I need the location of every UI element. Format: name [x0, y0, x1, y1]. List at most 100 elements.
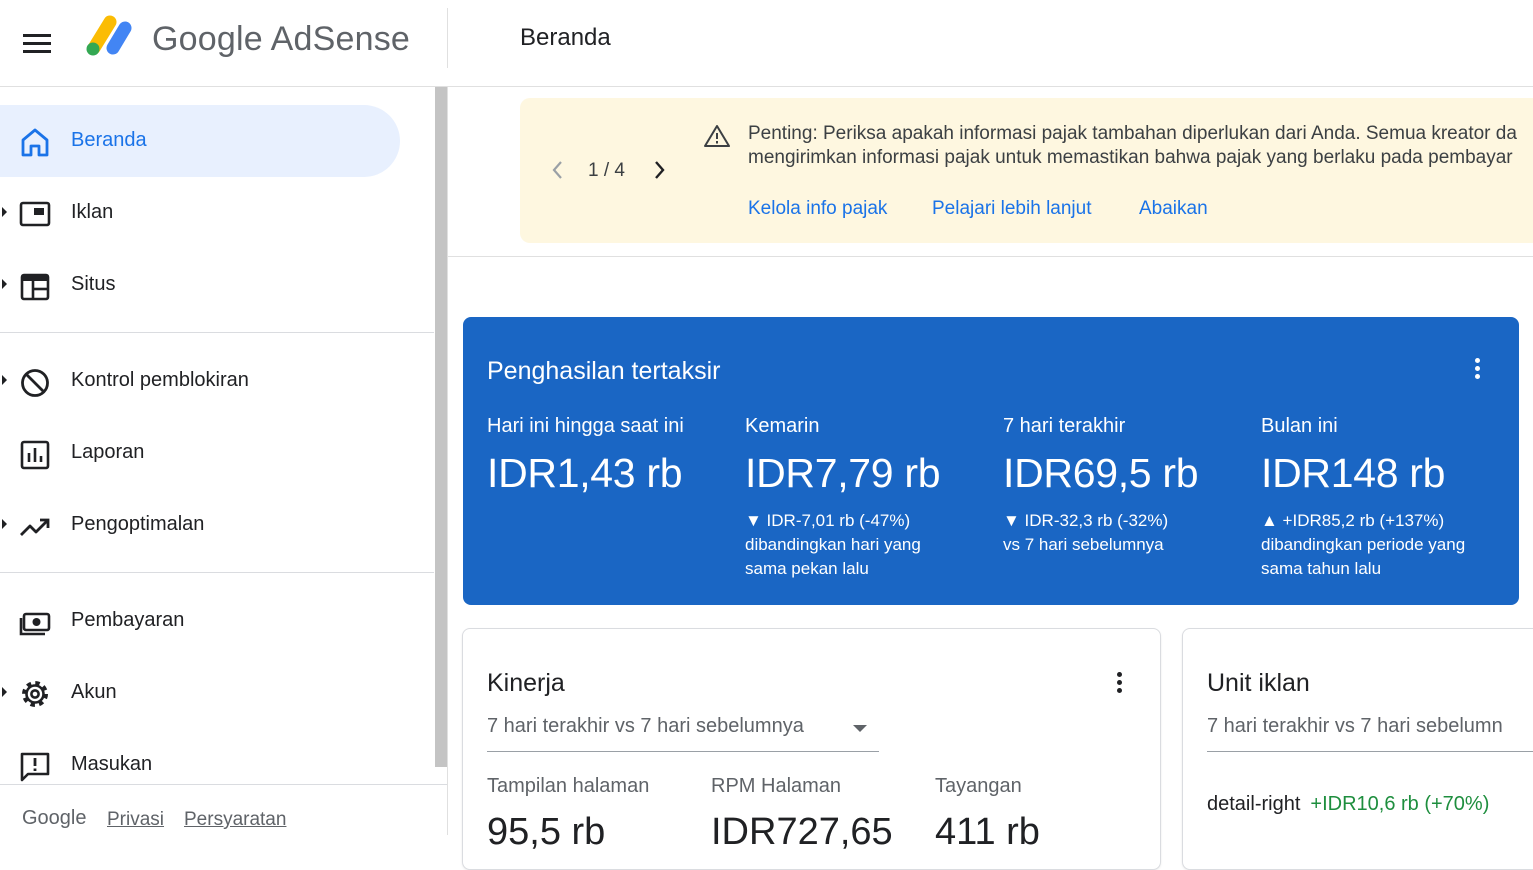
- metric-value: IDR148 rb: [1261, 450, 1446, 496]
- metric-value: IDR69,5 rb: [1003, 450, 1199, 496]
- ad-unit-name: detail-right: [1207, 793, 1301, 815]
- trending-up-icon: [20, 518, 50, 536]
- gear-icon: [22, 681, 48, 707]
- metric-comparison: ▼ IDR-32,3 rb (-32%) vs 7 hari sebelumny…: [1003, 509, 1253, 557]
- bar-chart-icon: [20, 440, 50, 470]
- stat-label: Tampilan halaman: [487, 775, 650, 797]
- card-title: Penghasilan tertaksir: [487, 357, 721, 385]
- sidebar-item-label: Beranda: [71, 129, 147, 151]
- sidebar-item-iklan[interactable]: Iklan: [0, 177, 400, 249]
- chevron-left-icon[interactable]: [546, 158, 570, 182]
- warning-icon: [704, 125, 730, 147]
- expand-caret-icon: [2, 207, 7, 217]
- metric-delta-line: vs 7 hari sebelumnya: [1003, 535, 1164, 554]
- metric-this-month: Bulan ini IDR148 rb ▲ +IDR85,2 rb (+137%…: [1261, 415, 1511, 581]
- sidebar-item-laporan[interactable]: Laporan: [0, 417, 400, 489]
- sidebar-divider: [0, 572, 434, 573]
- learn-more-link[interactable]: Pelajari lebih lanjut: [932, 198, 1092, 220]
- metric-label: 7 hari terakhir: [1003, 415, 1126, 437]
- sidebar-item-label: Kontrol pemblokiran: [71, 369, 249, 391]
- sidebar-item-akun[interactable]: Akun: [0, 657, 400, 729]
- estimated-earnings-card: Penghasilan tertaksir Hari ini hingga sa…: [463, 317, 1519, 605]
- expand-caret-icon: [2, 519, 7, 529]
- sidebar-nav: Beranda Iklan Situs Kontrol pemblokiran: [0, 87, 434, 787]
- terms-link[interactable]: Persyaratan: [184, 809, 286, 831]
- sidebar-item-pengoptimalan[interactable]: Pengoptimalan: [0, 489, 400, 561]
- stat-label: Tayangan: [935, 775, 1022, 797]
- sidebar-item-label: Pengoptimalan: [71, 513, 205, 535]
- page-title: Beranda: [520, 24, 611, 51]
- sidebar-item-label: Situs: [71, 273, 116, 295]
- sidebar-item-beranda[interactable]: Beranda: [0, 105, 400, 177]
- stat-label: RPM Halaman: [711, 775, 842, 797]
- metric-today: Hari ini hingga saat ini IDR1,43 rb: [487, 415, 737, 497]
- ad-unit-delta: +IDR10,6 rb (+70%): [1310, 793, 1490, 815]
- dismiss-link[interactable]: Abaikan: [1139, 198, 1208, 220]
- metric-delta-line: ▼ IDR-7,01 rb (-47%): [745, 511, 911, 530]
- adsense-logo-icon[interactable]: [84, 14, 136, 58]
- manage-tax-info-link[interactable]: Kelola info pajak: [748, 198, 887, 220]
- sidebar-footer: Google Privasi Persyaratan: [0, 784, 447, 836]
- stat-value: 95,5 rb: [487, 811, 606, 853]
- sidebar-item-label: Iklan: [71, 201, 114, 223]
- metric-delta-line: ▼ IDR-32,3 rb (-32%): [1003, 511, 1169, 530]
- payments-icon: [19, 612, 51, 636]
- sidebar-divider: [0, 332, 434, 333]
- banner-pager: 1 / 4: [588, 160, 625, 181]
- metric-delta-line: sama pekan lalu: [745, 559, 869, 578]
- metric-value: IDR1,43 rb: [487, 450, 683, 496]
- header-divider: [447, 8, 448, 68]
- period-dropdown-value[interactable]: 7 hari terakhir vs 7 hari sebelumn: [1207, 715, 1503, 738]
- sidebar-item-label: Akun: [71, 681, 117, 703]
- banner-message-line: Penting: Periksa apakah informasi pajak …: [748, 123, 1517, 144]
- feedback-icon: [20, 752, 50, 782]
- sidebar-item-pembayaran[interactable]: Pembayaran: [0, 585, 400, 657]
- metric-label: Kemarin: [745, 415, 820, 437]
- more-vert-icon[interactable]: [1107, 669, 1131, 699]
- metric-delta-line: dibandingkan periode yang: [1261, 535, 1466, 554]
- expand-caret-icon: [2, 375, 7, 385]
- footer-google-logo: Google: [22, 807, 87, 829]
- ad-unit-row[interactable]: detail-right +IDR10,6 rb (+70%): [1207, 793, 1489, 816]
- sidebar-border: [447, 87, 448, 835]
- period-underline: [1207, 751, 1533, 752]
- card-title: Unit iklan: [1207, 669, 1310, 697]
- chevron-right-icon[interactable]: [648, 158, 672, 182]
- expand-caret-icon: [2, 687, 7, 697]
- period-dropdown[interactable]: 7 hari terakhir vs 7 hari sebelumnya: [487, 713, 879, 752]
- metric-label: Bulan ini: [1261, 415, 1338, 437]
- sidebar-item-label: Pembayaran: [71, 609, 185, 631]
- menu-icon[interactable]: [20, 26, 54, 60]
- brand-name: Google AdSense: [152, 20, 410, 58]
- metric-yesterday: Kemarin IDR7,79 rb ▼ IDR-7,01 rb (-47%) …: [745, 415, 995, 581]
- banner-message-line: mengirimkan informasi pajak untuk memast…: [748, 147, 1513, 168]
- content-divider: [448, 256, 1533, 257]
- tax-info-banner: 1 / 4 Penting: Periksa apakah informasi …: [520, 98, 1533, 243]
- banner-message: Penting: Periksa apakah informasi pajak …: [748, 122, 1533, 170]
- sidebar-item-situs[interactable]: Situs: [0, 249, 400, 321]
- metric-comparison: ▲ +IDR85,2 rb (+137%) dibandingkan perio…: [1261, 509, 1511, 581]
- metric-delta-line: sama tahun lalu: [1261, 559, 1382, 578]
- more-vert-icon[interactable]: [1465, 355, 1489, 385]
- performance-card: Kinerja 7 hari terakhir vs 7 hari sebelu…: [462, 628, 1161, 870]
- stat-value: IDR727,65: [711, 811, 893, 853]
- home-icon: [21, 128, 49, 157]
- sites-icon: [20, 273, 50, 301]
- block-icon: [21, 369, 49, 397]
- dropdown-arrow-icon: [853, 725, 867, 732]
- ad-unit-icon: [19, 201, 51, 227]
- metric-delta-line: ▲ +IDR85,2 rb (+137%): [1261, 511, 1445, 530]
- period-dropdown-value: 7 hari terakhir vs 7 hari sebelumnya: [487, 715, 804, 737]
- expand-caret-icon: [2, 279, 7, 289]
- sidebar-item-label: Masukan: [71, 753, 153, 775]
- top-app-bar: Google AdSense Beranda: [0, 0, 1533, 87]
- ad-units-card: Unit iklan 7 hari terakhir vs 7 hari seb…: [1182, 628, 1533, 870]
- privacy-link[interactable]: Privasi: [107, 809, 164, 831]
- metric-value: IDR7,79 rb: [745, 450, 941, 496]
- metric-delta-line: dibandingkan hari yang: [745, 535, 921, 554]
- sidebar-scrollbar[interactable]: [435, 87, 447, 767]
- card-title: Kinerja: [487, 669, 565, 697]
- sidebar-item-kontrol-pemblokiran[interactable]: Kontrol pemblokiran: [0, 345, 400, 417]
- sidebar-item-label: Laporan: [71, 441, 145, 463]
- metric-last-7-days: 7 hari terakhir IDR69,5 rb ▼ IDR-32,3 rb…: [1003, 415, 1253, 557]
